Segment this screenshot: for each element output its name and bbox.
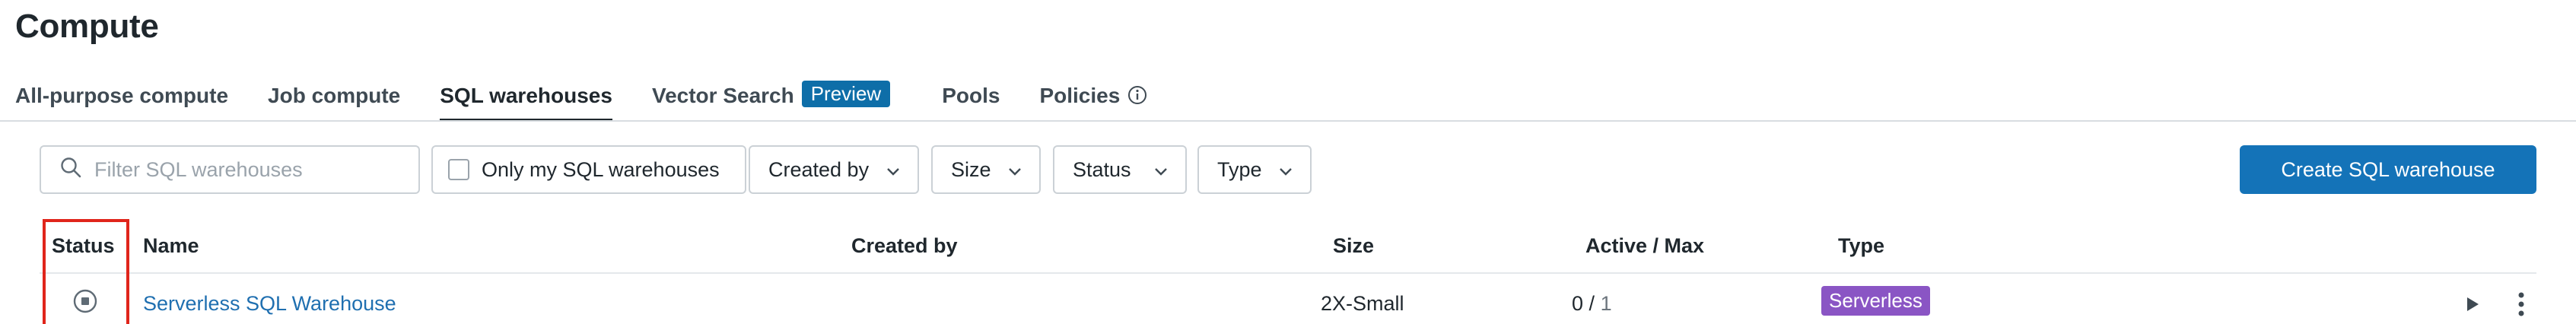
tab-label: All-purpose compute bbox=[15, 84, 229, 107]
tab-label: Vector Search bbox=[651, 84, 794, 107]
table-header-row: Status Name Created by Size Active / Max… bbox=[40, 221, 2536, 274]
page-title: Compute bbox=[15, 8, 159, 45]
column-header-active-max[interactable]: Active / Max bbox=[1585, 234, 1704, 258]
chevron-down-icon bbox=[1007, 158, 1022, 182]
tabs-divider bbox=[0, 120, 2576, 122]
start-play-icon[interactable] bbox=[2457, 289, 2488, 319]
active-max-separator: / bbox=[1589, 292, 1595, 315]
size-cell: 2X-Small bbox=[1321, 292, 1404, 315]
created-by-dropdown[interactable]: Created by bbox=[749, 145, 919, 194]
tab-pools[interactable]: Pools bbox=[942, 79, 1000, 122]
chevron-down-icon bbox=[1153, 158, 1169, 182]
tab-job-compute[interactable]: Job compute bbox=[268, 79, 400, 122]
search-input[interactable] bbox=[94, 157, 399, 182]
active-count: 0 bbox=[1572, 292, 1584, 315]
row-actions bbox=[2439, 289, 2536, 319]
tab-all-purpose-compute[interactable]: All-purpose compute bbox=[15, 79, 228, 122]
tab-sql-warehouses[interactable]: SQL warehouses bbox=[440, 79, 612, 122]
info-icon[interactable] bbox=[1127, 85, 1147, 110]
tab-label: Job compute bbox=[268, 84, 401, 107]
only-mine-checkbox[interactable] bbox=[448, 159, 469, 180]
chevron-down-icon bbox=[886, 158, 901, 182]
size-dropdown[interactable]: Size bbox=[931, 145, 1041, 194]
search-icon bbox=[59, 156, 82, 184]
toolbar: Only my SQL warehouses Created by Size S… bbox=[40, 145, 2536, 194]
column-header-name[interactable]: Name bbox=[143, 234, 199, 258]
warehouse-name-link[interactable]: Serverless SQL Warehouse bbox=[143, 292, 396, 316]
only-my-warehouses-filter[interactable]: Only my SQL warehouses bbox=[431, 145, 746, 194]
dropdown-label: Created by bbox=[768, 157, 870, 181]
max-count: 1 bbox=[1600, 292, 1612, 315]
type-dropdown[interactable]: Type bbox=[1197, 145, 1312, 194]
dropdown-label: Status bbox=[1073, 157, 1131, 181]
dropdown-label: Type bbox=[1217, 157, 1262, 181]
tab-label: Policies bbox=[1039, 84, 1121, 107]
tab-vector-search[interactable]: Vector Search Preview bbox=[651, 79, 891, 122]
create-sql-warehouse-button[interactable]: Create SQL warehouse bbox=[2240, 145, 2536, 194]
kebab-menu-icon[interactable] bbox=[2506, 289, 2536, 319]
tab-label: SQL warehouses bbox=[440, 84, 612, 107]
active-max-cell: 0 / 1 bbox=[1572, 292, 1612, 316]
status-column-highlight bbox=[43, 219, 129, 324]
column-header-size[interactable]: Size bbox=[1333, 234, 1374, 258]
table-row[interactable]: Serverless SQL Warehouse 2X-Small 0 / 1 … bbox=[40, 275, 2536, 324]
preview-badge: Preview bbox=[801, 81, 891, 107]
dropdown-label: Size bbox=[951, 157, 991, 181]
only-mine-label: Only my SQL warehouses bbox=[482, 157, 720, 181]
column-header-type[interactable]: Type bbox=[1838, 234, 1884, 258]
column-header-created-by[interactable]: Created by bbox=[851, 234, 958, 258]
serverless-type-badge: Serverless bbox=[1821, 286, 1930, 316]
tab-bar: All-purpose compute Job compute SQL ware… bbox=[15, 79, 1187, 122]
tab-label: Pools bbox=[942, 84, 1000, 107]
tab-policies[interactable]: Policies bbox=[1039, 79, 1147, 122]
chevron-down-icon bbox=[1278, 158, 1293, 182]
status-dropdown[interactable]: Status bbox=[1053, 145, 1187, 194]
search-box[interactable] bbox=[40, 145, 420, 194]
